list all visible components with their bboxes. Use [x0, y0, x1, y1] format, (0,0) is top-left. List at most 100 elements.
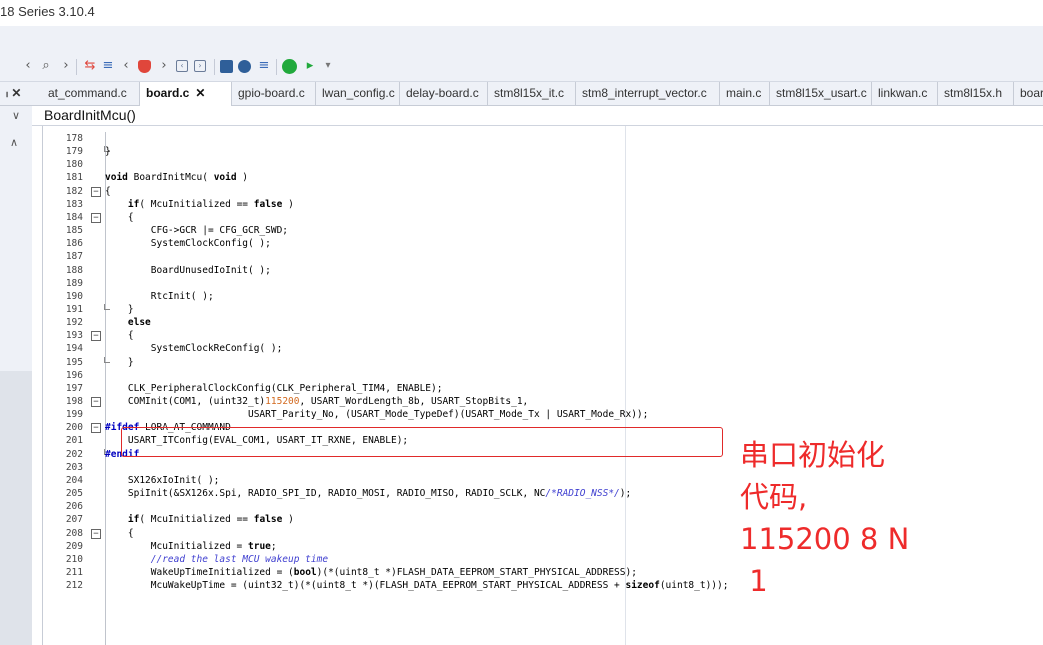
toolbar-separator	[276, 59, 277, 75]
tab-stm8l15x-usart[interactable]: stm8l15x_usart.c	[770, 82, 872, 105]
shield-icon[interactable]	[138, 60, 151, 73]
toolbar-overflow-icon[interactable]: ▾	[320, 58, 336, 74]
code-line[interactable]: 179}	[43, 145, 1043, 158]
code-line[interactable]: 197 CLK_PeripheralClockConfig(CLK_Periph…	[43, 382, 1043, 395]
code-text: COMInit(COM1, (uint32_t)115200, USART_Wo…	[105, 396, 529, 407]
search-icon[interactable]: ⌕	[38, 58, 54, 74]
chevron-up-icon[interactable]: ∧	[10, 136, 18, 149]
line-number: 209	[65, 540, 83, 552]
window-title: 18 Series 3.10.4	[0, 4, 95, 19]
line-number: 180	[65, 159, 83, 171]
line-number: 212	[65, 580, 83, 592]
code-line[interactable]: 182−{	[43, 185, 1043, 198]
fold-toggle-icon[interactable]: −	[91, 212, 101, 223]
line-number: 179	[65, 146, 83, 158]
function-selector[interactable]: BoardInitMcu()	[44, 107, 136, 123]
code-text: {	[105, 527, 134, 539]
next-file-icon[interactable]: ›	[194, 60, 206, 72]
code-line[interactable]: 181 void BoardInitMcu( void )	[43, 171, 1043, 184]
tab-at-command[interactable]: at_command.c	[42, 82, 140, 105]
code-line[interactable]: 186 SystemClockConfig( );	[43, 237, 1043, 250]
build-icon[interactable]	[220, 60, 233, 73]
code-line[interactable]: 195 }	[43, 356, 1043, 369]
code-text: //read the last MCU wakeup time	[105, 553, 329, 565]
code-text: SystemClockConfig( );	[105, 238, 271, 250]
forward-icon[interactable]: ›	[58, 58, 74, 74]
code-line[interactable]: 188 BoardUnusedIoInit( );	[43, 264, 1043, 277]
tab-board[interactable]: board.c ✕	[140, 82, 232, 106]
tab-linkwan[interactable]: linkwan.c	[872, 82, 938, 105]
list-icon[interactable]: ≡	[100, 58, 116, 74]
left-panel: ∧	[0, 126, 32, 645]
code-line[interactable]: 185 CFG->GCR |= CFG_GCR_SWD;	[43, 224, 1043, 237]
code-text: }	[105, 146, 111, 158]
code-line[interactable]: 190 RtcInit( );	[43, 290, 1043, 303]
code-line[interactable]: 187	[43, 250, 1043, 263]
debug-icon[interactable]	[282, 59, 297, 74]
line-number: 181	[65, 172, 83, 184]
back-icon[interactable]: ‹	[20, 58, 36, 74]
jump-icon[interactable]: ⇆	[82, 58, 98, 74]
line-number: 182	[65, 185, 83, 197]
prev-bookmark-icon[interactable]: ‹	[118, 58, 134, 74]
line-number: 193	[65, 330, 83, 342]
line-number: 183	[65, 198, 83, 210]
code-line[interactable]: 184− {	[43, 211, 1043, 224]
tab-main[interactable]: main.c	[720, 82, 770, 105]
line-number: 185	[65, 225, 83, 237]
fold-toggle-icon[interactable]: −	[91, 397, 101, 407]
run-icon[interactable]: ▸	[302, 58, 318, 74]
menu-band	[0, 26, 1043, 50]
prev-file-icon[interactable]: ‹	[176, 60, 188, 72]
tab-lwan-config[interactable]: lwan_config.c	[316, 82, 400, 105]
line-number: 211	[65, 566, 83, 578]
tab-interrupt-vector[interactable]: stm8_interrupt_vector.c	[576, 82, 720, 105]
code-text: BoardUnusedIoInit( );	[105, 264, 271, 276]
tab-label: stm8l15x_it.c	[494, 86, 565, 100]
code-line[interactable]: 196	[43, 369, 1043, 382]
code-text: McuWakeUpTime = (uint32_t)(*(uint8_t *)(…	[105, 580, 729, 592]
code-line[interactable]: 191 }	[43, 303, 1043, 316]
line-number: 192	[65, 317, 83, 329]
line-number: 195	[65, 356, 83, 368]
code-line[interactable]: 199 USART_Parity_No, (USART_Mode_TypeDef…	[43, 408, 1043, 421]
scrollbar[interactable]	[0, 371, 32, 645]
line-number: 204	[65, 474, 83, 486]
fold-toggle-icon[interactable]: −	[91, 331, 101, 342]
code-line[interactable]: 178	[43, 132, 1043, 145]
tab-label: stm8l15x_usart.c	[776, 86, 867, 100]
tab-board-partial[interactable]: boar	[1014, 82, 1043, 105]
tab-stm8l15x-h[interactable]: stm8l15x.h	[938, 82, 1014, 105]
code-line[interactable]: 183 if( McuInitialized == false )	[43, 198, 1043, 211]
fold-toggle-icon[interactable]: −	[91, 186, 101, 197]
code-text: {	[105, 211, 134, 223]
code-text: void BoardInitMcu( void )	[105, 172, 249, 184]
settings-list-icon[interactable]: ≡	[256, 58, 272, 74]
line-number: 210	[65, 553, 83, 565]
tab-gpio-board[interactable]: gpio-board.c	[232, 82, 316, 105]
code-line[interactable]: 192 else	[43, 316, 1043, 329]
fold-toggle-icon[interactable]: −	[91, 423, 101, 434]
highlight-box	[121, 427, 723, 457]
close-icon[interactable]: ✕	[195, 86, 205, 100]
tab-stm8l15x-it[interactable]: stm8l15x_it.c	[488, 82, 576, 105]
code-line[interactable]: 189	[43, 277, 1043, 290]
tab-label: boar	[1020, 86, 1043, 100]
tab-delay-board[interactable]: delay-board.c	[400, 82, 488, 105]
line-number: 186	[65, 238, 83, 250]
tab-label: at_command.c	[48, 86, 127, 100]
side-close-button[interactable]: ₗ ✕	[0, 82, 40, 105]
code-line[interactable]: 180	[43, 158, 1043, 171]
fold-toggle-icon[interactable]: −	[91, 528, 101, 539]
tab-bar: ₗ ✕ at_command.c board.c ✕ gpio-board.c l…	[0, 82, 1043, 106]
next-bookmark-icon[interactable]: ›	[156, 58, 172, 74]
annotation-text: 串口初始化 代码, 115200 8 N 1	[740, 438, 910, 598]
chevron-down-icon[interactable]: ∨	[0, 106, 32, 126]
code-line[interactable]: 194 SystemClockReConfig( );	[43, 342, 1043, 355]
line-number: 202	[65, 448, 83, 460]
code-line[interactable]: 198− COMInit(COM1, (uint32_t)115200, USA…	[43, 395, 1043, 408]
code-text: USART_Parity_No, (USART_Mode_TypeDef)(US…	[105, 409, 649, 421]
code-text: if( McuInitialized == false )	[127, 198, 294, 210]
code-line[interactable]: 193− {	[43, 329, 1043, 342]
download-icon[interactable]	[238, 60, 251, 73]
